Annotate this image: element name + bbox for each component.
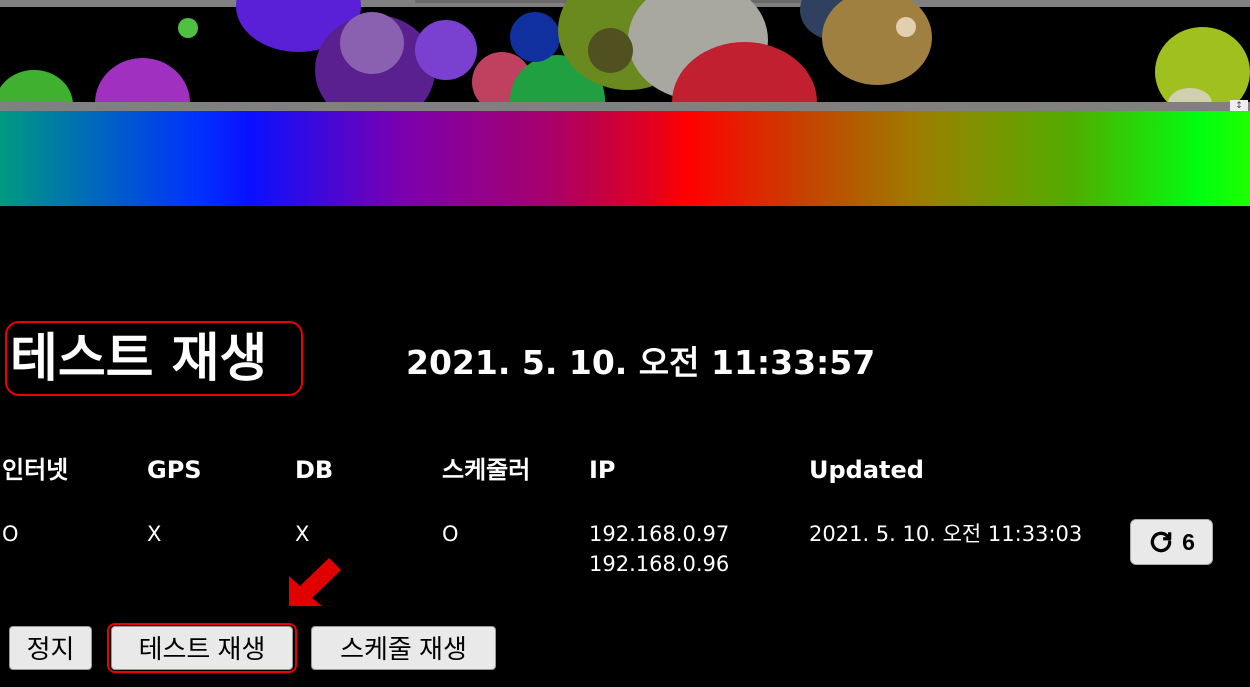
ip-address-line: 192.168.0.96 [589,552,730,576]
gps-status: X [147,522,162,546]
page-title: 테스트 재생 [10,329,268,389]
bubble [95,58,190,102]
scrollbar-separator[interactable] [0,102,1250,111]
internet-status: O [2,522,19,546]
column-header-ip: IP [589,456,616,484]
test-play-button[interactable]: 테스트 재생 [111,626,293,670]
color-gradient-bar [0,111,1250,206]
bubble [588,28,633,73]
column-header-scheduler: 스케줄러 [442,456,531,484]
ip-address: 192.168.0.97 192.168.0.96 [589,519,729,579]
column-header-db: DB [295,456,334,484]
bubble [340,12,404,74]
updated-time: 2021. 5. 10. 오전 11:33:03 [809,522,1083,546]
current-datetime: 2021. 5. 10. 오전 11:33:57 [406,343,876,382]
schedule-play-button[interactable]: 스케줄 재생 [311,626,496,670]
bubble [178,18,198,38]
db-status: X [295,522,310,546]
bubble [0,70,73,102]
refresh-button[interactable]: 6 [1130,519,1213,565]
column-header-gps: GPS [147,456,202,484]
bubble [510,12,560,62]
column-header-internet: 인터넷 [2,456,69,484]
red-arrow-icon [289,558,341,606]
ip-address-line: 192.168.0.97 [589,522,730,546]
column-header-updated: Updated [809,456,924,484]
refresh-icon [1150,531,1172,553]
refresh-count: 6 [1182,528,1195,555]
bubble [896,17,916,37]
bubble [822,0,932,85]
stop-button[interactable]: 정지 [9,626,92,670]
bubble-banner [0,0,1250,102]
bubble [415,20,477,80]
scheduler-status: O [442,522,459,546]
